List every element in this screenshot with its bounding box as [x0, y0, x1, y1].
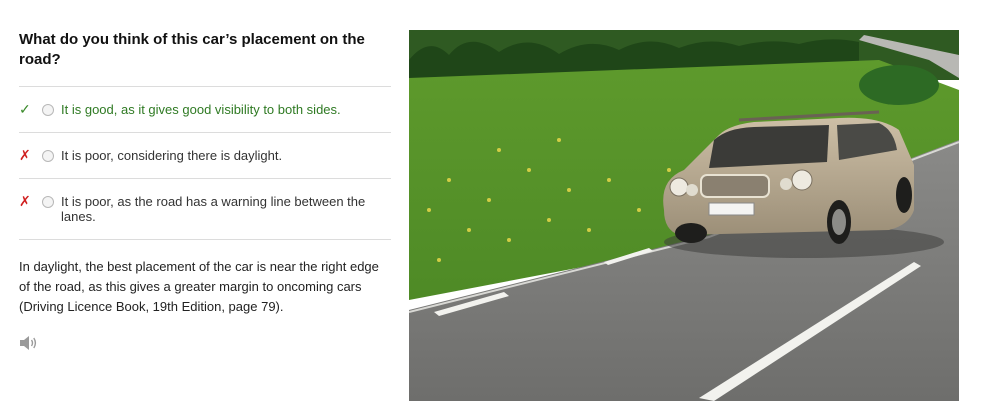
answer-option-label: It is good, as it gives good visibility … — [61, 102, 341, 117]
answer-option-label: It is poor, considering there is dayligh… — [61, 148, 283, 163]
answer-option-2[interactable]: ✗ It is poor, considering there is dayli… — [19, 132, 391, 178]
radio-button[interactable] — [42, 104, 54, 116]
answer-option-1[interactable]: ✓ It is good, as it gives good visibilit… — [19, 86, 391, 132]
road-scene-image — [409, 30, 959, 401]
answer-option-3[interactable]: ✗ It is poor, as the road has a warning … — [19, 178, 391, 239]
cross-icon: ✗ — [19, 147, 31, 163]
question-title: What do you think of this car’s placemen… — [19, 31, 365, 68]
radio-button[interactable] — [42, 196, 54, 208]
question-photo — [409, 30, 959, 401]
explanation-text: In daylight, the best placement of the c… — [19, 259, 379, 314]
explanation-section: In daylight, the best placement of the c… — [19, 239, 391, 356]
check-icon: ✓ — [19, 101, 31, 117]
radio-button[interactable] — [42, 150, 54, 162]
speaker-icon[interactable] — [19, 335, 39, 351]
cross-icon: ✗ — [19, 193, 31, 209]
question-panel: What do you think of this car’s placemen… — [19, 30, 391, 356]
answer-option-label: It is poor, as the road has a warning li… — [61, 194, 366, 224]
